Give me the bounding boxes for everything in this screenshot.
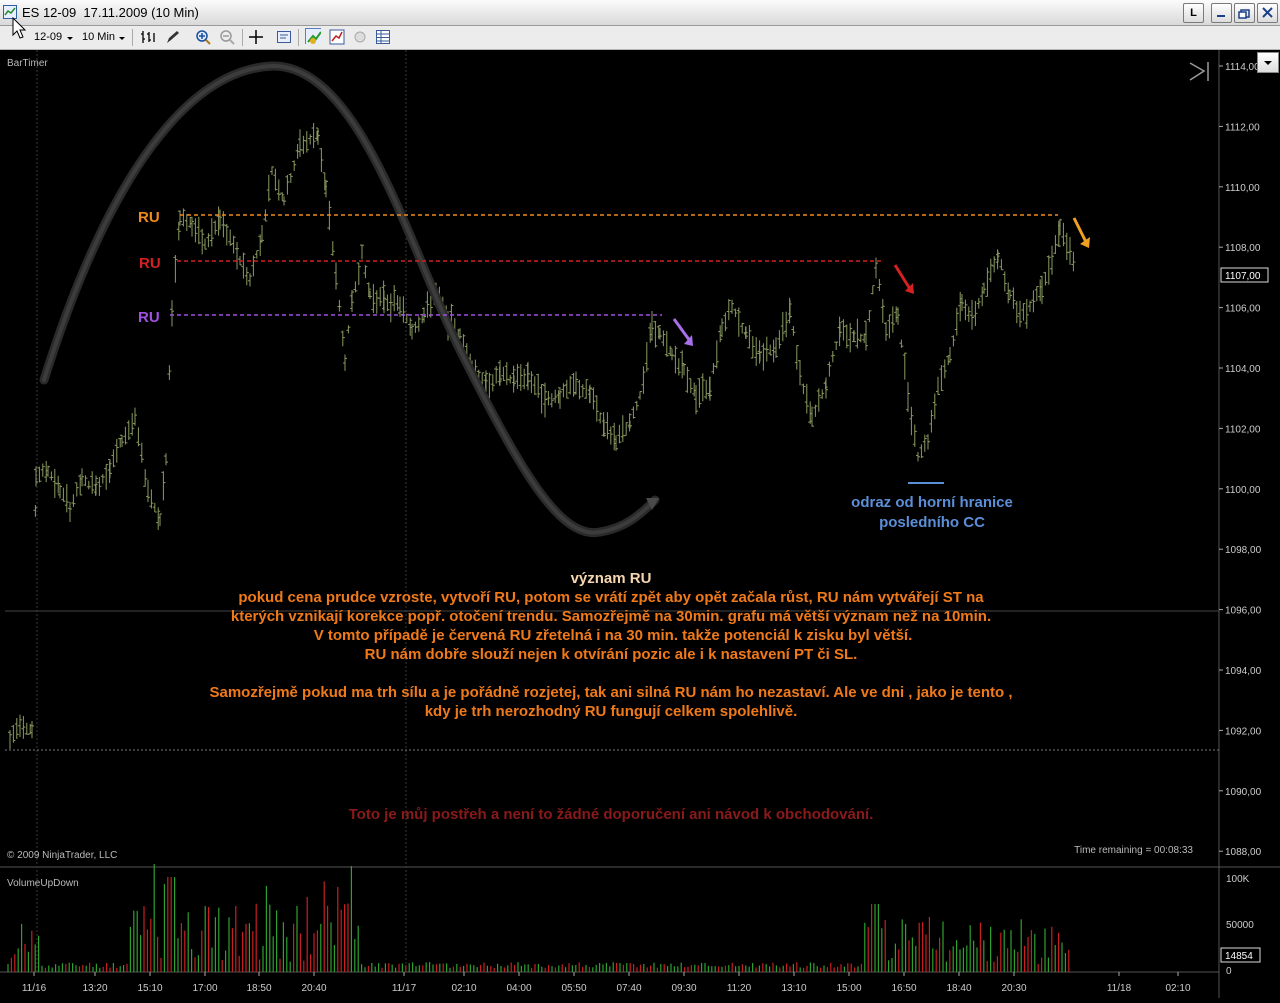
disclaimer-text: Toto je můj postřeh a není to žádné dopo… — [349, 806, 874, 823]
properties-icon[interactable] — [276, 29, 292, 45]
crosshair-icon[interactable] — [248, 29, 264, 45]
strategy-icon[interactable] — [305, 28, 321, 44]
time-tick-label: 15:10 — [137, 983, 162, 994]
chart-toolbar: 12-09 10 Min — [0, 26, 1280, 50]
toolbar-separator — [242, 29, 243, 46]
price-tick-label: 1098,00 — [1225, 545, 1262, 556]
instrument-selector[interactable]: 12-09 — [34, 28, 62, 46]
time-tick-label: 11/17 — [392, 983, 417, 994]
close-button[interactable] — [1257, 3, 1278, 23]
price-tick-label: 1114,00 — [1225, 62, 1260, 73]
explanation-line-2: kterých vznikají korekce popř. otočení t… — [231, 608, 991, 625]
volume-tick-50000: 50000 — [1226, 920, 1254, 931]
explanation-line-3: V tomto případě je červená RU zřetelná i… — [314, 627, 913, 644]
link-button[interactable]: L — [1183, 3, 1204, 23]
time-tick-label: 18:40 — [946, 983, 971, 994]
volume-bars — [7, 863, 1070, 972]
chevron-down-icon — [1264, 61, 1272, 65]
time-remaining-text: Time remaining = 00:08:33 — [1074, 845, 1193, 856]
price-tick-label: 1096,00 — [1225, 606, 1262, 617]
time-tick-label: 07:40 — [616, 983, 641, 994]
time-tick-label: 02:10 — [1165, 983, 1190, 994]
explanation-line-6: kdy je trh nerozhodný RU fungují celkem … — [425, 703, 798, 720]
window-titlebar: ES 12-09 17.11.2009 (10 Min) L — [0, 0, 1280, 26]
price-chart[interactable]: RU RU RU odraz od horní hranice poslední… — [0, 50, 1280, 998]
price-tick-label: 1108,00 — [1225, 243, 1261, 254]
current-volume-box: 14854 — [1220, 947, 1261, 963]
time-tick-label: 18:50 — [246, 983, 271, 994]
explanation-line-4: RU nám dobře slouží nejen k otvírání poz… — [365, 646, 858, 663]
maximize-button[interactable] — [1234, 3, 1255, 23]
purple-arrow-icon — [672, 318, 693, 346]
price-tick-label: 1112,00 — [1225, 122, 1260, 133]
time-tick-label: 11:20 — [727, 983, 752, 994]
time-tick-label: 09:30 — [671, 983, 696, 994]
ru-label-purple: RU — [138, 309, 160, 326]
interval-selector[interactable]: 10 Min — [82, 28, 115, 46]
time-tick-label: 16:50 — [891, 983, 916, 994]
time-tick-label: 11/18 — [1107, 983, 1132, 994]
price-tick-label: 1110,00 — [1225, 183, 1260, 194]
explanation-heading: význam RU — [571, 570, 652, 587]
indicator-icon[interactable] — [329, 29, 345, 45]
svg-text:14854: 14854 — [1225, 951, 1253, 962]
price-tick-label: 1102,00 — [1225, 424, 1261, 435]
time-tick-label: 15:00 — [836, 983, 861, 994]
restore-icon — [1238, 9, 1250, 19]
chevron-down-icon — [67, 37, 73, 40]
price-axis: 1114,00 1112,00 1110,00 1108,00 1106,00 1104,… — [1219, 62, 1262, 858]
volume-panel-label: VolumeUpDown — [7, 878, 79, 889]
window-title: ES 12-09 17.11.2009 (10 Min) — [22, 5, 199, 20]
time-axis: 11/16 13:20 15:10 17:00 18:50 20:40 11/17 02:10… — [22, 972, 1191, 994]
svg-text:1107,00: 1107,00 — [1225, 271, 1261, 282]
toolbar-separator — [132, 29, 133, 46]
current-price-box: 1107,00 — [1220, 267, 1269, 283]
time-tick-label: 02:10 — [451, 983, 476, 994]
ru-label-orange: RU — [138, 209, 160, 226]
price-tick-label: 1088,00 — [1225, 847, 1262, 858]
bounce-text-line2: posledního CC — [879, 514, 985, 531]
zoom-out-icon[interactable] — [219, 29, 235, 45]
volume-tick-0: 0 — [1226, 966, 1232, 977]
bounce-text-line1: odraz od horní hranice — [851, 494, 1013, 511]
orange-arrow-icon — [1072, 217, 1090, 248]
explanation-line-1: pokud cena prudce vzroste, vytvoří RU, p… — [238, 589, 984, 606]
bar-type-icon[interactable] — [140, 29, 156, 45]
disabled-circle-icon[interactable] — [352, 29, 368, 45]
explanation-line-5: Samozřejmě pokud ma trh sílu a je pořádn… — [210, 684, 1013, 701]
zoom-in-icon[interactable] — [195, 29, 211, 45]
time-tick-label: 17:00 — [192, 983, 217, 994]
time-tick-label: 11/16 — [22, 983, 47, 994]
time-tick-label: 13:10 — [781, 983, 806, 994]
price-tick-label: 1106,00 — [1225, 304, 1261, 315]
data-box-icon[interactable] — [375, 29, 391, 45]
scale-dropdown-button[interactable] — [1257, 52, 1279, 73]
time-tick-label: 20:30 — [1001, 983, 1026, 994]
price-tick-label: 1092,00 — [1225, 726, 1262, 737]
close-icon — [1262, 7, 1273, 18]
ru-label-red: RU — [139, 255, 161, 272]
scroll-end-icon[interactable] — [1189, 62, 1209, 81]
time-tick-label: 20:40 — [301, 983, 326, 994]
time-tick-label: 13:20 — [82, 983, 107, 994]
toolbar-separator — [298, 29, 299, 46]
arc-annotation — [39, 61, 660, 538]
time-tick-label: 04:00 — [506, 983, 531, 994]
chart-panel[interactable]: RU RU RU odraz od horní hranice poslední… — [0, 50, 1280, 998]
bartimer-label: BarTimer — [7, 58, 48, 69]
price-tick-label: 1100,00 — [1225, 485, 1261, 496]
copyright-text: © 2009 NinjaTrader, LLC — [7, 850, 117, 861]
volume-tick-100k: 100K — [1226, 874, 1250, 885]
red-arrow-icon — [893, 264, 914, 294]
minimize-button[interactable] — [1211, 3, 1232, 23]
price-tick-label: 1090,00 — [1225, 787, 1262, 798]
price-tick-label: 1094,00 — [1225, 666, 1262, 677]
time-tick-label: 05:50 — [561, 983, 586, 994]
price-tick-label: 1104,00 — [1225, 364, 1261, 375]
minimize-icon — [1217, 15, 1225, 17]
draw-tool-icon[interactable] — [165, 29, 181, 45]
mouse-cursor-icon — [12, 17, 26, 39]
